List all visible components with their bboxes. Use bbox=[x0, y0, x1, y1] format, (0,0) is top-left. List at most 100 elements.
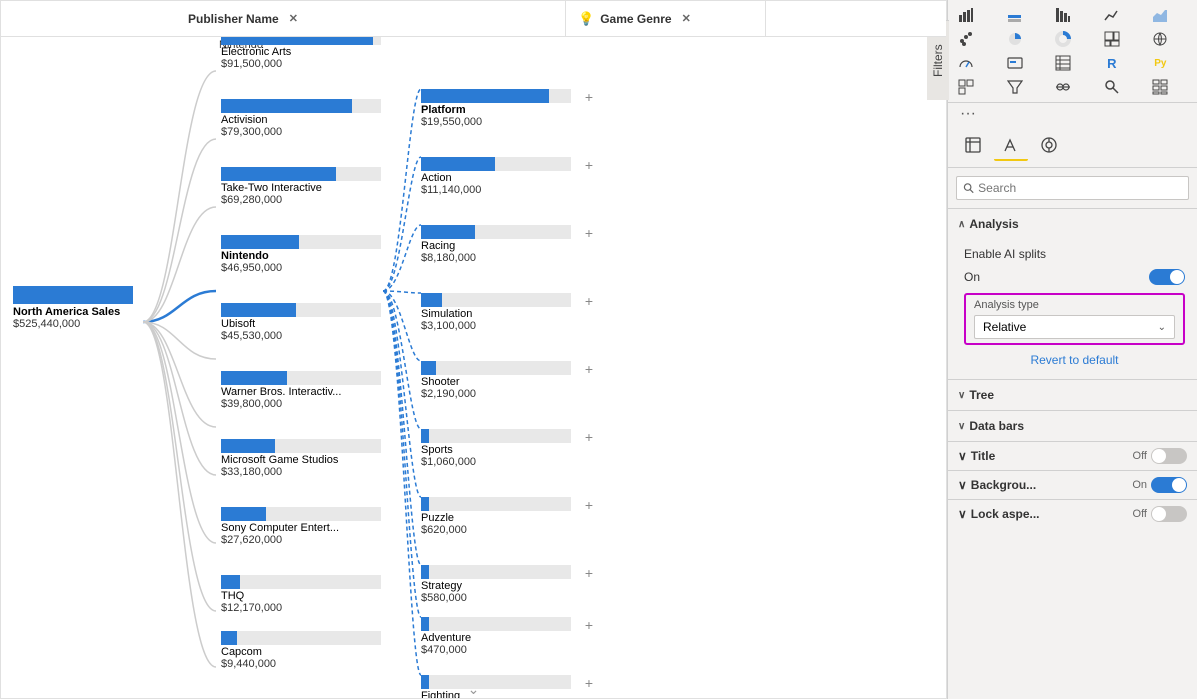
publisher-name-header: Publisher Name ✕ bbox=[176, 1, 566, 36]
genre-item[interactable]: +Action$11,140,000 bbox=[421, 157, 601, 196]
genre-close-btn[interactable]: ✕ bbox=[682, 12, 691, 25]
publisher-item[interactable]: Activision$79,300,000 bbox=[221, 99, 381, 138]
publisher-item[interactable]: Microsoft Game Studios$33,180,000 bbox=[221, 439, 381, 478]
genre-expand-btn[interactable]: + bbox=[585, 429, 593, 445]
genre-expand-btn[interactable]: + bbox=[585, 361, 593, 377]
genre-item[interactable]: +Simulation$3,100,000 bbox=[421, 293, 601, 332]
tab-icons-row bbox=[948, 125, 1197, 168]
tree-section-header[interactable]: ∨ Tree bbox=[948, 380, 1197, 410]
analysis-type-dropdown[interactable]: Relative ⌄ bbox=[974, 315, 1175, 339]
tab-fields-btn[interactable] bbox=[956, 131, 990, 161]
pub-bar-container bbox=[221, 507, 381, 521]
tab-analytics-btn[interactable] bbox=[1032, 131, 1066, 161]
genre-expand-btn[interactable]: + bbox=[585, 157, 593, 173]
background-label: Backgrou... bbox=[971, 478, 1036, 492]
search-input[interactable] bbox=[978, 181, 1182, 195]
chart-area: Publisher Name ✕ 💡 Game Genre ✕ Nintendo bbox=[0, 0, 947, 699]
root-node[interactable]: North America Sales $525,440,000 bbox=[13, 286, 143, 330]
publisher-item[interactable]: Nintendo$46,950,000 bbox=[221, 235, 381, 274]
title-toggle[interactable] bbox=[1151, 448, 1187, 464]
genre-item[interactable]: +Adventure$470,000 bbox=[421, 617, 601, 656]
genre-item[interactable]: +Fighting$60,000 bbox=[421, 675, 601, 699]
pub-bar-fill bbox=[221, 371, 287, 385]
viz-map-icon[interactable] bbox=[1146, 28, 1174, 50]
ai-splits-track[interactable] bbox=[1149, 269, 1185, 285]
genre-bar-fill bbox=[421, 429, 429, 443]
viz-scatter-icon[interactable] bbox=[952, 28, 980, 50]
viz-treemap-icon[interactable] bbox=[1098, 28, 1126, 50]
viz-pie-icon[interactable] bbox=[1001, 28, 1029, 50]
genre-expand-btn[interactable]: + bbox=[585, 225, 593, 241]
more-options[interactable]: ··· bbox=[948, 103, 1197, 125]
viz-matrix-icon[interactable] bbox=[1146, 76, 1174, 98]
viz-donut-icon[interactable] bbox=[1049, 28, 1077, 50]
viz-area-icon[interactable] bbox=[1146, 4, 1174, 26]
publisher-item[interactable]: Ubisoft$45,530,000 bbox=[221, 303, 381, 342]
ai-splits-toggle[interactable] bbox=[1149, 269, 1185, 285]
genre-item[interactable]: +Platform$19,550,000 bbox=[421, 89, 601, 128]
publisher-close-btn[interactable]: ✕ bbox=[289, 12, 298, 25]
viz-line-icon[interactable] bbox=[1098, 4, 1126, 26]
viz-r-icon[interactable]: R bbox=[1098, 52, 1126, 74]
revert-default-btn[interactable]: Revert to default bbox=[964, 349, 1185, 371]
background-toggle[interactable] bbox=[1151, 477, 1187, 493]
title-section-row[interactable]: ∨ Title Off bbox=[948, 442, 1197, 470]
genre-item[interactable]: +Puzzle$620,000 bbox=[421, 497, 601, 536]
viz-search-icon[interactable] bbox=[1098, 76, 1126, 98]
lock-aspect-toggle[interactable] bbox=[1151, 506, 1187, 522]
genre-expand-btn[interactable]: + bbox=[585, 675, 593, 691]
publisher-item[interactable]: THQ$12,170,000 bbox=[221, 575, 381, 614]
viz-bar-icon[interactable] bbox=[952, 4, 980, 26]
analysis-section: ∧ Analysis Enable AI splits On bbox=[948, 208, 1197, 379]
viz-table-icon[interactable] bbox=[1049, 52, 1077, 74]
pub-value: $39,800,000 bbox=[221, 398, 381, 410]
genre-item[interactable]: +Shooter$2,190,000 bbox=[421, 361, 601, 400]
viz-stacked-bar-icon[interactable] bbox=[1001, 4, 1029, 26]
tab-format-btn[interactable] bbox=[994, 131, 1028, 161]
viz-gauge-icon[interactable] bbox=[952, 52, 980, 74]
search-box[interactable] bbox=[956, 176, 1189, 200]
genre-name: Adventure bbox=[421, 632, 601, 644]
viz-col-icon[interactable] bbox=[1049, 4, 1077, 26]
background-section-row[interactable]: ∨ Backgrou... On bbox=[948, 471, 1197, 499]
genre-value: $1,060,000 bbox=[421, 456, 601, 468]
genre-expand-btn[interactable]: + bbox=[585, 89, 593, 105]
viz-py-icon[interactable]: Py bbox=[1146, 52, 1174, 74]
tree-chevron-icon: ∨ bbox=[958, 390, 965, 401]
background-row-left: ∨ Backgrou... bbox=[958, 478, 1036, 492]
genre-name: Sports bbox=[421, 444, 601, 456]
viz-slicer-icon[interactable] bbox=[1049, 76, 1077, 98]
genre-expand-btn[interactable]: + bbox=[585, 617, 593, 633]
publisher-item[interactable]: Warner Bros. Interactiv...$39,800,000 bbox=[221, 371, 381, 410]
background-chevron-icon: ∨ bbox=[958, 478, 967, 492]
genre-item[interactable]: +Racing$8,180,000 bbox=[421, 225, 601, 264]
genre-bar-fill bbox=[421, 565, 429, 579]
genre-item[interactable]: +Sports$1,060,000 bbox=[421, 429, 601, 468]
analysis-section-header[interactable]: ∧ Analysis bbox=[948, 209, 1197, 239]
publisher-item[interactable]: Sony Computer Entert...$27,620,000 bbox=[221, 507, 381, 546]
genre-value: $470,000 bbox=[421, 644, 601, 656]
genre-value: $19,550,000 bbox=[421, 116, 601, 128]
genre-bar-container: + bbox=[421, 617, 571, 631]
lock-aspect-section-row[interactable]: ∨ Lock aspe... Off bbox=[948, 500, 1197, 528]
publisher-item[interactable]: Take-Two Interactive$69,280,000 bbox=[221, 167, 381, 206]
viz-filter-icon[interactable] bbox=[1001, 76, 1029, 98]
viz-card-icon[interactable] bbox=[1001, 52, 1029, 74]
genre-bar-container: + bbox=[421, 157, 571, 171]
genre-expand-btn[interactable]: + bbox=[585, 293, 593, 309]
publisher-item[interactable]: Capcom$9,440,000 bbox=[221, 631, 381, 670]
genre-name: Simulation bbox=[421, 308, 601, 320]
data-bars-section-header[interactable]: ∨ Data bars bbox=[948, 411, 1197, 441]
genre-item[interactable]: +Strategy$580,000 bbox=[421, 565, 601, 604]
viz-more-icon[interactable] bbox=[952, 76, 980, 98]
title-chevron-icon: ∨ bbox=[958, 449, 967, 463]
title-row-right: Off bbox=[1133, 448, 1187, 464]
lock-aspect-chevron-icon: ∨ bbox=[958, 507, 967, 521]
genre-expand-btn[interactable]: + bbox=[585, 565, 593, 581]
filters-panel: R Py ··· bbox=[947, 0, 1197, 699]
title-toggle-thumb bbox=[1152, 449, 1166, 463]
game-genre-header: 💡 Game Genre ✕ bbox=[566, 1, 766, 36]
genre-name: Strategy bbox=[421, 580, 601, 592]
scroll-down-hint[interactable]: ⌄ bbox=[468, 681, 480, 698]
genre-expand-btn[interactable]: + bbox=[585, 497, 593, 513]
